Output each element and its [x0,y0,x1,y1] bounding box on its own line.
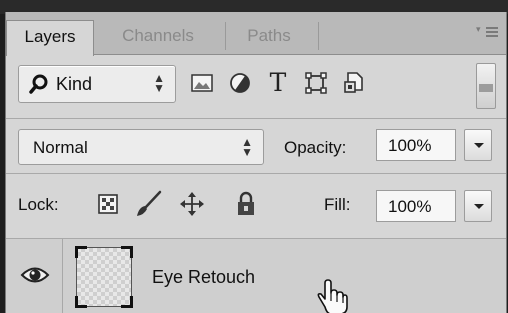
lock-pixels-icon[interactable] [94,190,122,218]
blend-mode-value: Normal [33,138,88,157]
tab-divider [318,22,319,50]
blend-mode-dropdown[interactable]: Normal ▲ ▼ [18,129,264,165]
tab-paths[interactable]: Paths [232,20,306,54]
hand-cursor-icon [317,279,348,313]
panel-tab-bar: Layers Channels Paths ▾ [6,12,506,56]
filter-kind-dropdown[interactable]: Kind ▲ ▼ [18,65,176,103]
search-icon [29,74,48,94]
layer-filter-row: Kind ▲ ▼ T [6,55,506,119]
updown-arrows-icon: ▲ ▼ [153,71,165,95]
lock-all-icon[interactable] [232,190,260,218]
lock-row: Lock: Fill: 100% [6,174,506,239]
shape-filter-icon[interactable] [302,69,330,97]
chevron-down-icon [474,143,484,148]
opacity-field[interactable]: 100% [376,129,456,161]
fill-field[interactable]: 100% [376,190,456,222]
layer-thumbnail[interactable] [75,246,133,308]
lock-paint-brush-icon[interactable] [134,190,162,218]
tab-layers[interactable]: Layers [6,20,94,56]
chevron-down-icon [474,204,484,209]
type-filter-icon[interactable]: T [264,69,292,97]
lock-position-icon[interactable] [178,190,206,218]
tab-channels[interactable]: Channels [102,20,214,54]
lock-label: Lock: [18,195,59,214]
smart-object-filter-icon[interactable] [340,69,368,97]
adjustment-filter-icon[interactable] [226,69,254,97]
layers-panel: Layers Channels Paths ▾ Kind ▲ ▼ T Norma… [5,12,507,313]
visibility-column-divider [62,239,63,313]
image-filter-icon[interactable] [188,69,216,97]
layer-name[interactable]: Eye Retouch [152,267,255,288]
filter-toggle-icon[interactable] [476,63,496,109]
blend-row: Normal ▲ ▼ Opacity: 100% [6,119,506,174]
layer-row[interactable]: Eye Retouch [6,239,506,313]
fill-label: Fill: [324,195,351,214]
tab-divider [225,22,226,50]
opacity-label: Opacity: [284,138,347,157]
panel-menu-icon[interactable]: ▾ [476,24,498,40]
filter-kind-label: Kind [56,74,93,94]
fill-dropdown-button[interactable] [464,190,492,222]
updown-arrows-icon: ▲ ▼ [241,135,253,159]
eye-icon[interactable] [20,264,50,286]
opacity-dropdown-button[interactable] [464,129,492,161]
